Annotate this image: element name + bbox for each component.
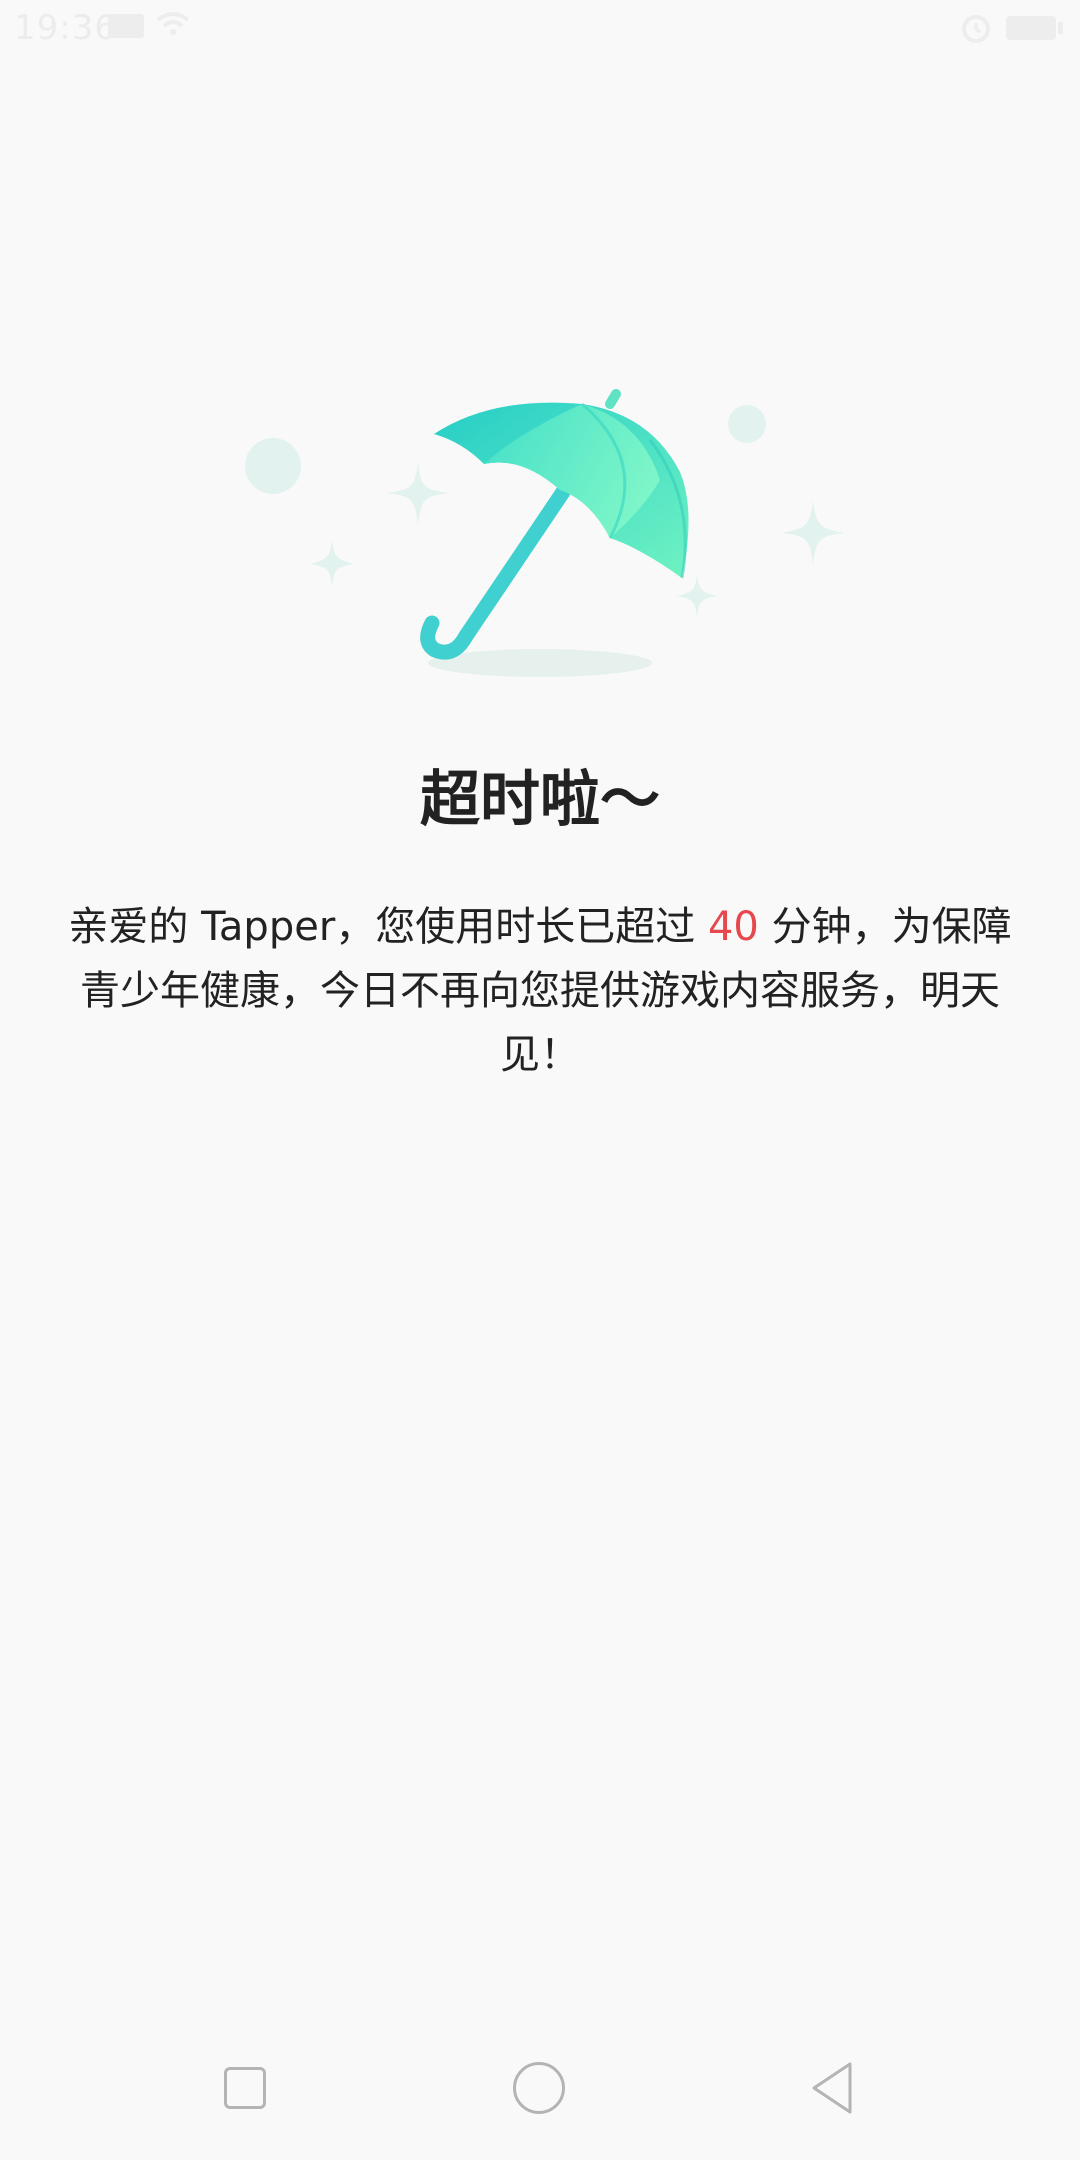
decor-circle-icon (728, 405, 766, 443)
back-button[interactable] (808, 2060, 858, 2116)
battery-tip (1058, 22, 1063, 34)
navigation-bar (0, 2036, 1080, 2160)
sparkle-icon (782, 500, 844, 565)
sparkle-icon (677, 575, 717, 617)
battery-icon (1006, 16, 1056, 40)
alarm-icon (962, 15, 990, 43)
screen: 19:36 超时啦～ 亲爱的 Tapper，您使用时长已超过 40 分钟，为保障… (0, 0, 1080, 2160)
umbrella-illustration (245, 389, 844, 677)
wifi-icon (156, 12, 190, 35)
message-icon (108, 14, 144, 38)
status-bar: 19:36 (0, 0, 1080, 54)
message-text: 亲爱的 Tapper，您使用时长已超过 (68, 904, 708, 950)
umbrella-handle (458, 484, 571, 644)
timeout-message: 亲爱的 Tapper，您使用时长已超过 40 分钟，为保障青少年健康，今日不再向… (60, 895, 1020, 1087)
sparkle-icon (386, 462, 450, 525)
status-time: 19:36 (14, 8, 117, 48)
home-button[interactable] (513, 2062, 565, 2114)
page-title: 超时啦～ (420, 765, 660, 835)
decor-circle-icon (245, 438, 301, 494)
recent-apps-button[interactable] (224, 2067, 266, 2109)
sparkle-icon (310, 540, 354, 587)
minutes-value: 40 (707, 904, 759, 950)
umbrella-hook (420, 615, 474, 660)
